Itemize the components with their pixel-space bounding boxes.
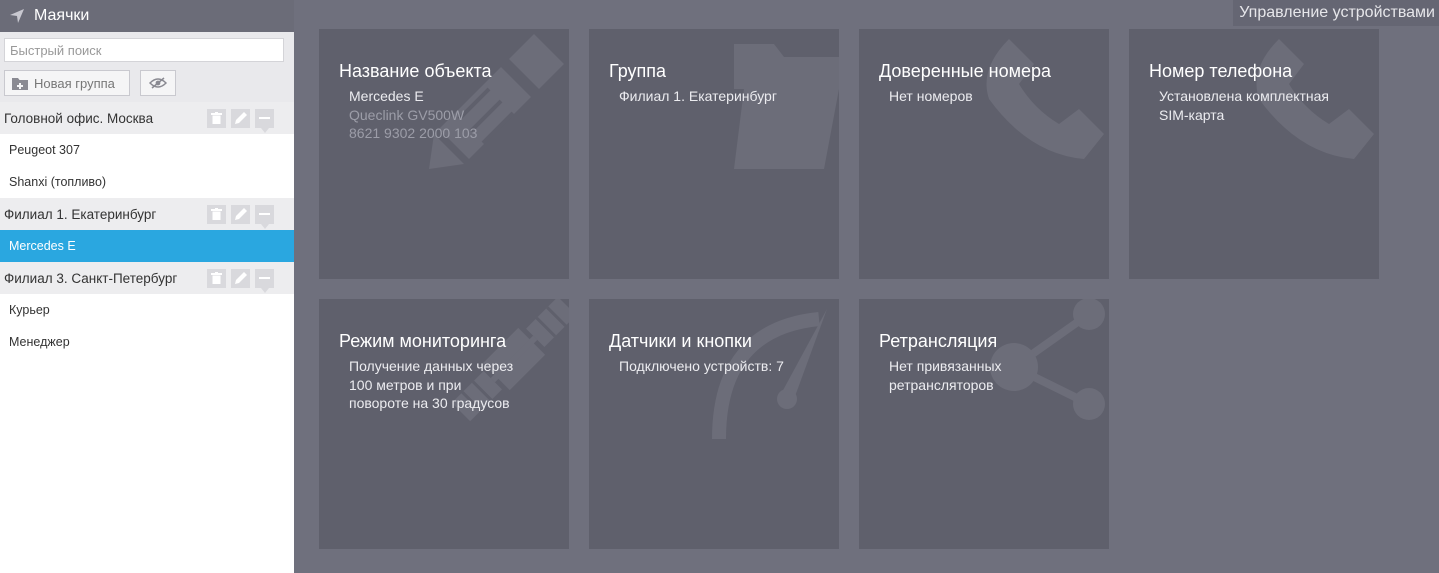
group-header[interactable]: Головной офис. Москва bbox=[0, 102, 294, 134]
tile-group[interactable]: Группа Филиал 1. Екатеринбург bbox=[589, 29, 839, 279]
delete-group-button[interactable] bbox=[207, 204, 226, 224]
monitoring-value-line: повороте на 30 градусов bbox=[349, 395, 510, 411]
collapse-group-button[interactable] bbox=[255, 108, 274, 133]
eye-off-icon bbox=[149, 77, 167, 89]
minus-icon bbox=[259, 117, 270, 119]
edit-group-button[interactable] bbox=[231, 108, 250, 128]
delete-group-button[interactable] bbox=[207, 268, 226, 288]
list-item-selected[interactable]: Mercedes E bbox=[0, 230, 294, 262]
list-item[interactable]: Менеджер bbox=[0, 326, 294, 358]
pencil-icon bbox=[234, 272, 247, 284]
tile-monitoring-mode[interactable]: Режим мониторинга Получение данных через… bbox=[319, 299, 569, 549]
tile-relay[interactable]: Ретрансляция Нет привязанных ретранслято… bbox=[859, 299, 1109, 549]
navigation-arrow-icon bbox=[8, 7, 26, 25]
pencil-icon bbox=[234, 112, 247, 124]
new-group-button[interactable]: Новая группа bbox=[4, 70, 130, 96]
trash-icon bbox=[211, 208, 222, 220]
search-input[interactable] bbox=[4, 38, 284, 62]
group-name: Головной офис. Москва bbox=[4, 110, 154, 126]
monitoring-value-line: Получение данных через bbox=[349, 358, 514, 374]
tile-sensors[interactable]: Датчики и кнопки Подключено устройств: 7 bbox=[589, 299, 839, 549]
minus-icon bbox=[259, 277, 270, 279]
toggle-visibility-button[interactable] bbox=[140, 70, 176, 96]
main-panel: Управление устройствами Название объекта… bbox=[294, 0, 1439, 573]
list-item[interactable]: Курьер bbox=[0, 294, 294, 326]
object-name-value: Mercedes E bbox=[349, 88, 424, 104]
tile-body: Подключено устройств: 7 bbox=[619, 357, 824, 376]
tile-body: Нет привязанных ретрансляторов bbox=[889, 357, 1094, 394]
device-model-value: Queclink GV500W bbox=[349, 106, 465, 123]
tile-title: Датчики и кнопки bbox=[609, 331, 752, 351]
trusted-numbers-value: Нет номеров bbox=[889, 88, 973, 104]
folder-add-icon bbox=[12, 77, 28, 90]
minus-icon bbox=[259, 213, 270, 215]
tile-title: Группа bbox=[609, 61, 667, 81]
tile-title: Название объекта bbox=[339, 61, 492, 81]
group-header[interactable]: Филиал 1. Екатеринбург bbox=[0, 198, 294, 230]
device-imei-value: 8621 9302 2000 103 bbox=[349, 125, 478, 141]
sidebar: Маячки Новая группа Головной офис. Москв… bbox=[0, 0, 294, 573]
edit-group-button[interactable] bbox=[231, 268, 250, 288]
tile-body: Филиал 1. Екатеринбург bbox=[619, 87, 824, 106]
tile-body: Нет номеров bbox=[889, 87, 1094, 106]
tile-body: Получение данных через 100 метров и при … bbox=[349, 357, 554, 413]
group-name: Филиал 3. Санкт-Петербург bbox=[4, 270, 178, 286]
group-name: Филиал 1. Екатеринбург bbox=[4, 206, 157, 222]
collapse-group-button[interactable] bbox=[255, 268, 274, 293]
delete-group-button[interactable] bbox=[207, 108, 226, 128]
tile-title: Ретрансляция bbox=[879, 331, 998, 351]
tile-body: Mercedes E Queclink GV500W 8621 9302 200… bbox=[349, 87, 554, 143]
tile-trusted-numbers[interactable]: Доверенные номера Нет номеров bbox=[859, 29, 1109, 279]
monitoring-value-line: 100 метров и при bbox=[349, 376, 462, 393]
sensors-value: Подключено устройств: 7 bbox=[619, 358, 784, 374]
tile-title: Режим мониторинга bbox=[339, 331, 507, 351]
collapse-group-button[interactable] bbox=[255, 204, 274, 229]
tile-phone-number[interactable]: Номер телефона Установлена комплектная S… bbox=[1129, 29, 1379, 279]
tile-title: Доверенные номера bbox=[879, 61, 1051, 81]
list-item[interactable]: Peugeot 307 bbox=[0, 134, 294, 166]
group-header[interactable]: Филиал 3. Санкт-Петербург bbox=[0, 262, 294, 294]
sidebar-title: Маячки bbox=[34, 7, 90, 24]
group-value: Филиал 1. Екатеринбург bbox=[619, 88, 777, 104]
sidebar-header: Маячки bbox=[0, 0, 294, 32]
relay-value-line: ретрансляторов bbox=[889, 376, 994, 393]
group-tools bbox=[207, 204, 274, 229]
pencil-icon bbox=[234, 208, 247, 220]
trash-icon bbox=[211, 112, 222, 124]
phone-value-line: SIM-карта bbox=[1159, 106, 1225, 123]
relay-value-line: Нет привязанных bbox=[889, 358, 1002, 374]
tile-object-name[interactable]: Название объекта Mercedes E Queclink GV5… bbox=[319, 29, 569, 279]
group-tools bbox=[207, 108, 274, 133]
tile-title: Номер телефона bbox=[1149, 61, 1293, 81]
trash-icon bbox=[211, 272, 222, 284]
sidebar-actions: Новая группа bbox=[0, 67, 294, 102]
search-bar bbox=[0, 32, 294, 67]
edit-group-button[interactable] bbox=[231, 204, 250, 224]
tile-body: Установлена комплектная SIM-карта bbox=[1159, 87, 1364, 124]
list-item[interactable]: Shanxi (топливо) bbox=[0, 166, 294, 198]
new-group-label: Новая группа bbox=[34, 75, 115, 91]
phone-value-line: Установлена комплектная bbox=[1159, 88, 1330, 104]
page-title: Управление устройствами bbox=[1233, 0, 1439, 26]
group-tools bbox=[207, 268, 274, 293]
